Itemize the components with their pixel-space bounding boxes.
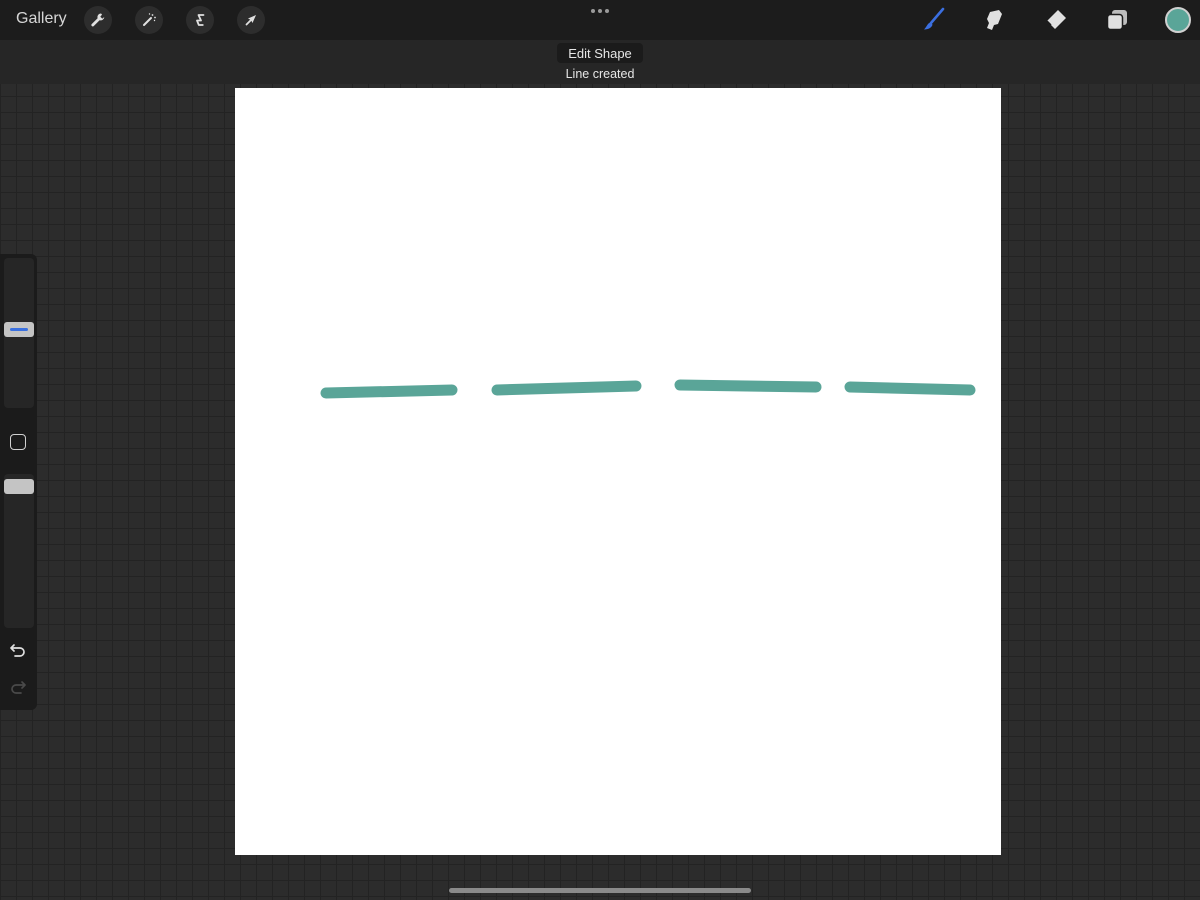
- edit-shape-button[interactable]: Edit Shape: [557, 43, 643, 63]
- actions-wrench-button[interactable]: [84, 6, 112, 34]
- smudge-icon: [987, 10, 1002, 30]
- magic-wand-icon: [143, 13, 156, 26]
- adjustments-wand-button[interactable]: [135, 6, 163, 34]
- opacity-slider[interactable]: [4, 474, 34, 628]
- canvas-artwork: [320, 379, 976, 399]
- more-options-icon[interactable]: [586, 4, 614, 18]
- shape-status-text: Line created: [565, 67, 635, 81]
- undo-icon: [10, 644, 25, 657]
- brush-size-thumb[interactable]: [4, 322, 34, 337]
- drawing-canvas[interactable]: [235, 88, 1001, 855]
- selection-button[interactable]: [186, 6, 214, 34]
- smudge-tool-button[interactable]: [980, 6, 1008, 34]
- size-indicator: [10, 328, 28, 331]
- redo-icon: [11, 681, 26, 694]
- layers-icon: [1106, 10, 1127, 31]
- transform-arrow-icon: [245, 15, 256, 26]
- color-picker-swatch[interactable]: [1165, 7, 1191, 33]
- modify-button[interactable]: [10, 434, 26, 450]
- eraser-icon: [1046, 10, 1066, 29]
- dot: [598, 9, 602, 13]
- stroke-segment: [491, 380, 642, 396]
- opacity-thumb[interactable]: [4, 479, 34, 494]
- teal-line-strokes: [320, 379, 976, 399]
- top-toolbar: Gallery: [0, 0, 1200, 40]
- wrench-icon: [91, 13, 105, 27]
- selection-s-icon: [196, 14, 205, 26]
- dot: [605, 9, 609, 13]
- brush-tool-button[interactable]: [919, 6, 947, 34]
- gallery-button[interactable]: Gallery: [16, 10, 67, 28]
- eraser-tool-button[interactable]: [1042, 6, 1070, 34]
- transform-button[interactable]: [237, 6, 265, 34]
- stroke-segment: [320, 384, 458, 399]
- layers-button[interactable]: [1103, 6, 1131, 34]
- stroke-segment: [844, 381, 976, 396]
- brush-icon: [924, 7, 945, 30]
- home-indicator: [449, 888, 751, 893]
- redo-button[interactable]: [8, 677, 28, 697]
- undo-button[interactable]: [8, 640, 28, 660]
- left-sidebar: [0, 254, 37, 710]
- dot: [591, 9, 595, 13]
- stroke-segment: [674, 379, 822, 393]
